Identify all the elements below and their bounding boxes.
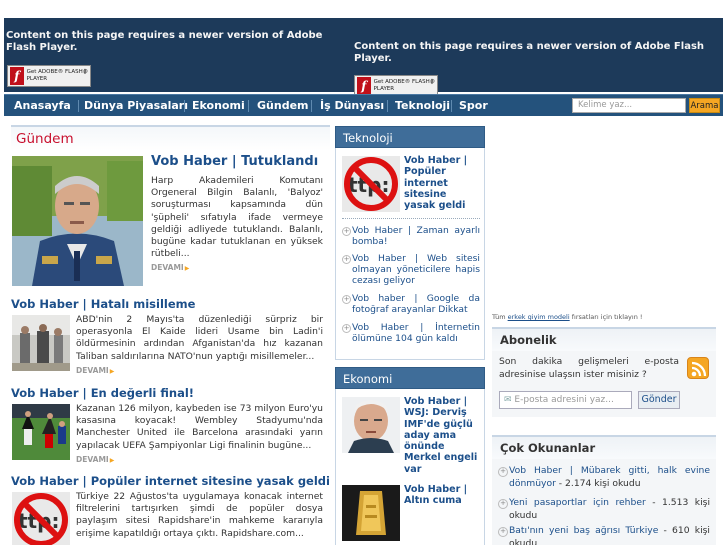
ekonomi-news-title[interactable]: Vob Haber | Altın cuma xyxy=(404,484,478,507)
flash-message-left: Content on this page requires a newer ve… xyxy=(6,30,323,53)
abonelik-title: Abonelik xyxy=(500,333,557,347)
flash-logo-icon: f xyxy=(357,77,371,95)
subscribe-button[interactable]: Gönder xyxy=(638,391,680,409)
ekonomi-news-image[interactable] xyxy=(342,397,400,453)
ad-text: Tüm erkek giyim modeli fırsatları için t… xyxy=(492,313,643,321)
main-nav: Anasayfa Dünya Piyasaları Ekonomi Gündem… xyxy=(4,94,723,116)
most-read-item: Batı'nın yeni baş ağrısı Türkiye - 610 k… xyxy=(498,525,710,545)
email-placeholder: E-posta adresini yaz... xyxy=(514,395,614,405)
lead-news-title[interactable]: Vob Haber | Tutuklandı xyxy=(151,154,318,169)
ad-suffix: fırsatları için tıklayın ! xyxy=(571,313,643,321)
abonelik-text: Son dakika gelişmeleri e-posta adresinis… xyxy=(499,356,679,380)
news-title[interactable]: Vob Haber | En değerli final! xyxy=(11,386,194,400)
box-title: Ekonomi xyxy=(343,372,393,386)
teknoloji-box: ttp: Vob Haber | Popüler internet sitesi… xyxy=(335,148,485,360)
get-flash-player-button-left[interactable]: f Get ADOBE® FLASH® PLAYER ⬇ xyxy=(7,65,91,87)
box-title: Teknoloji xyxy=(343,131,393,145)
nav-item-dunya-piyasalari[interactable]: Dünya Piyasaları xyxy=(84,95,188,117)
most-read-link[interactable]: Yeni pasaportlar için rehber xyxy=(509,497,646,508)
rss-icon[interactable] xyxy=(687,357,709,379)
search-input[interactable]: Kelime yaz... xyxy=(572,98,686,113)
nav-item-is-dunyasi[interactable]: İş Dünyası xyxy=(320,95,384,117)
tech-list-item[interactable]: Vob Haber | İnternetin ölümüne 104 gün k… xyxy=(342,322,480,344)
read-count: - 2.174 kişi okudu xyxy=(555,477,641,489)
lead-news-image[interactable] xyxy=(12,156,143,286)
cok-okunanlar-header: Çok Okunanlar xyxy=(492,435,716,459)
teknoloji-box-header: Teknoloji xyxy=(335,126,485,148)
nav-item-gundem[interactable]: Gündem xyxy=(257,95,309,117)
gundem-section-header: Gündem xyxy=(11,125,330,151)
ad-prefix: Tüm xyxy=(492,313,506,321)
section-title: Gündem xyxy=(16,131,74,147)
divider xyxy=(342,218,480,219)
most-read-item: Vob Haber | Mübarek gitti, halk evine dö… xyxy=(498,465,710,490)
nav-item-ekonomi[interactable]: Ekonomi xyxy=(192,95,245,117)
news-summary: ABD'nin 2 Mayıs'ta düzenlediği sürpriz b… xyxy=(76,314,323,362)
ekonomi-news-title[interactable]: Vob Haber | WSJ: Derviş IMF'de güçlü ada… xyxy=(404,396,478,475)
flash-logo-icon: f xyxy=(10,67,24,85)
lead-news-summary: Harp Akademileri Komutanı Orgeneral Bilg… xyxy=(151,175,323,260)
cok-okunanlar-box: Vob Haber | Mübarek gitti, halk evine dö… xyxy=(492,459,716,545)
download-arrow-icon: ⬇ xyxy=(82,68,88,76)
news-image[interactable] xyxy=(12,315,70,371)
news-summary: Türkiye 22 Ağustos'ta uygulamaya konacak… xyxy=(76,491,323,539)
nav-divider xyxy=(184,100,185,112)
tech-list-item[interactable]: Vob Haber | Web sitesi olmayan yöneticil… xyxy=(342,253,480,287)
tech-list-item[interactable]: Vob haber | Google da fotoğraf arayanlar… xyxy=(342,293,480,315)
tech-featured-title[interactable]: Vob Haber | Popüler internet sitesine ya… xyxy=(404,155,478,211)
nav-item-teknoloji[interactable]: Teknoloji xyxy=(395,95,450,117)
download-arrow-icon: ⬇ xyxy=(429,78,435,86)
tech-featured-image[interactable]: ttp: xyxy=(342,156,400,212)
nav-divider xyxy=(387,100,388,112)
news-image[interactable] xyxy=(12,404,70,460)
email-input[interactable]: ✉ E-posta adresini yaz... xyxy=(499,391,632,409)
lead-read-more-link[interactable]: DEVAMI xyxy=(151,263,189,272)
flash-badge-label: Get ADOBE® FLASH® PLAYER xyxy=(373,79,436,92)
cok-okunanlar-title: Çok Okunanlar xyxy=(500,441,596,455)
most-read-item: Yeni pasaportlar için rehber - 1.513 kiş… xyxy=(498,497,710,522)
nav-divider xyxy=(311,100,312,112)
flash-badge-label: Get ADOBE® FLASH® PLAYER xyxy=(26,69,89,82)
tech-list-item[interactable]: Vob Haber | Zaman ayarlı bomba! xyxy=(342,225,480,247)
nav-item-spor[interactable]: Spor xyxy=(459,95,488,117)
nav-divider xyxy=(78,100,79,112)
abonelik-box: Son dakika gelişmeleri e-posta adresinis… xyxy=(492,351,716,417)
ekonomi-box-header: Ekonomi xyxy=(335,367,485,389)
abonelik-header: Abonelik xyxy=(492,327,716,351)
flash-message-right: Content on this page requires a newer ve… xyxy=(354,41,705,64)
news-summary: Kazanan 126 milyon, kaybeden ise 73 mily… xyxy=(76,403,323,451)
mail-icon: ✉ xyxy=(504,395,512,405)
page: Content on this page requires a newer ve… xyxy=(0,0,727,545)
read-more-link[interactable]: DEVAMI xyxy=(76,366,114,375)
ad-link[interactable]: erkek giyim modeli xyxy=(508,313,570,321)
ekonomi-news-image[interactable] xyxy=(342,485,400,541)
nav-divider xyxy=(451,100,452,112)
search-button[interactable]: Arama xyxy=(689,98,720,113)
news-title[interactable]: Vob Haber | Popüler internet sitesine ya… xyxy=(11,474,330,488)
news-image[interactable]: ttp: xyxy=(12,492,70,545)
nav-divider xyxy=(248,100,249,112)
read-more-link[interactable]: DEVAMI xyxy=(76,455,114,464)
nav-item-anasayfa[interactable]: Anasayfa xyxy=(14,95,71,117)
header-banner: Content on this page requires a newer ve… xyxy=(4,18,723,97)
most-read-link[interactable]: Batı'nın yeni baş ağrısı Türkiye xyxy=(509,525,658,536)
ekonomi-box: Vob Haber | WSJ: Derviş IMF'de güçlü ada… xyxy=(335,389,485,545)
news-title[interactable]: Vob Haber | Hatalı misilleme xyxy=(11,297,195,311)
